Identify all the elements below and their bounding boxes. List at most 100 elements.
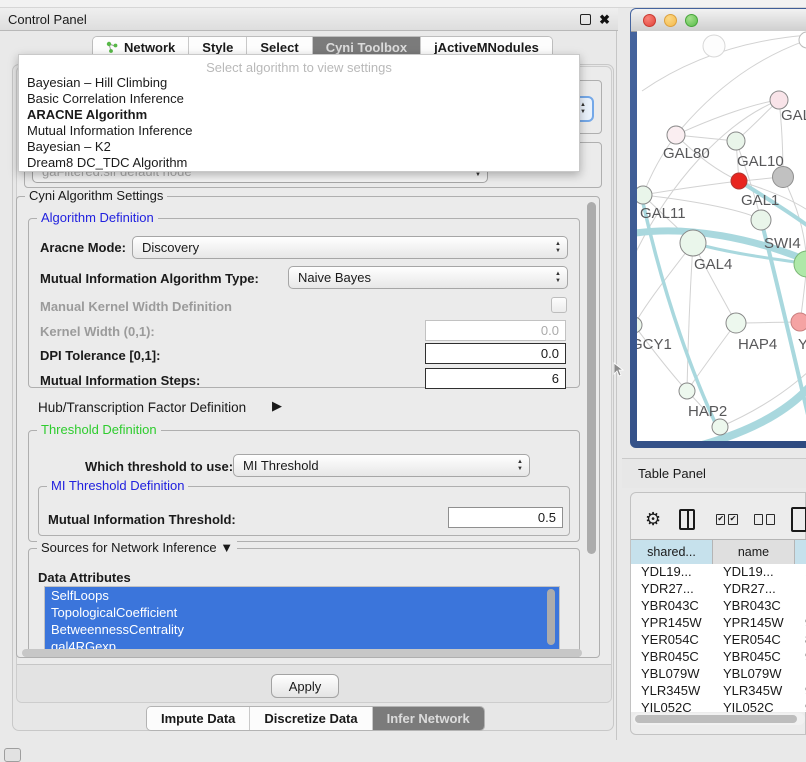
checked-checkbox-icon[interactable]: ✔: [716, 514, 725, 525]
network-window-titlebar[interactable]: [631, 9, 806, 32]
dpi-tolerance-input[interactable]: 0.0: [425, 343, 566, 364]
node-label: SWI4: [764, 235, 801, 252]
table-cell: YBR043C: [713, 598, 795, 615]
settings-horizontal-scrollbar[interactable]: [22, 649, 582, 657]
table-row[interactable]: YDL19...YDL19...13: [631, 564, 806, 581]
network-node[interactable]: [679, 383, 695, 399]
algorithm-option[interactable]: Bayesian – K2: [19, 139, 579, 155]
document-icon[interactable]: [791, 507, 806, 532]
table-column-header[interactable]: shared...: [631, 540, 713, 564]
attribute-item[interactable]: TopologicalCoefficient: [45, 604, 559, 621]
table-cell: YPR145W: [713, 615, 795, 632]
algorithm-dropdown: Select algorithm to view settings Bayesi…: [18, 54, 580, 172]
table-cell: YBR045C: [713, 649, 795, 666]
network-node[interactable]: [703, 35, 725, 57]
table-row[interactable]: YLR345WYLR345W9.: [631, 683, 806, 700]
network-node[interactable]: [712, 419, 728, 435]
mi-threshold-input[interactable]: 0.5: [448, 507, 563, 528]
table-cell: YPR145W: [631, 615, 713, 632]
which-threshold-combo[interactable]: MI Threshold ▲▼: [233, 454, 530, 477]
gear-icon[interactable]: ⚙: [645, 509, 661, 530]
settings-vertical-scrollbar[interactable]: [587, 202, 596, 554]
mi-steps-input[interactable]: 6: [425, 368, 566, 389]
node-label: GAL1: [741, 192, 779, 209]
table-row[interactable]: YPR145WYPR145W9.: [631, 615, 806, 632]
network-node[interactable]: [637, 317, 642, 333]
mi-threshold-title: MI Threshold Definition: [47, 478, 188, 493]
table-cell: YDR27...: [713, 581, 795, 598]
table-column-header[interactable]: [795, 540, 806, 564]
tab-impute-data[interactable]: Impute Data: [147, 707, 250, 730]
table-cell: YIL052C: [631, 700, 713, 712]
table-cell: 9.: [795, 683, 806, 700]
network-node[interactable]: [791, 313, 806, 331]
control-panel-titlebar: Control Panel ✖: [0, 8, 618, 31]
table-cell: YDL19...: [713, 564, 795, 581]
table-cell: YIL052C: [713, 700, 795, 712]
checked-checkbox-icon[interactable]: ✔: [728, 514, 737, 525]
algorithm-option-selected[interactable]: ARACNE Algorithm: [19, 107, 579, 123]
network-window: GALGAL80GAL10GAL1GAL11SWI4GAL4GCY1HAP4YH…: [630, 8, 806, 448]
table-row[interactable]: YIL052CYIL052C9.: [631, 700, 806, 712]
manual-kernel-checkbox[interactable]: [551, 297, 567, 313]
close-window-icon[interactable]: ✖: [599, 15, 610, 24]
network-edge: [693, 243, 736, 323]
network-node[interactable]: [667, 126, 685, 144]
table-row[interactable]: YBL079WYBL079W: [631, 666, 806, 683]
network-node[interactable]: [637, 186, 652, 204]
close-traffic-light-icon[interactable]: [643, 14, 656, 27]
algorithm-option[interactable]: Mutual Information Inference: [19, 123, 579, 139]
threshold-definition-title: Threshold Definition: [37, 422, 161, 437]
collapse-arrow-icon[interactable]: ▼: [220, 540, 233, 555]
data-attributes-list[interactable]: SelfLoops TopologicalCoefficient Between…: [44, 586, 560, 657]
table-panel: ⚙ ✔ ✔ shared...name YDL19...YDL19...13YD…: [630, 492, 806, 735]
attribute-item[interactable]: BetweennessCentrality: [45, 621, 559, 638]
unchecked-checkbox-icon[interactable]: [754, 514, 763, 525]
aracne-mode-combo[interactable]: Discovery ▲▼: [132, 236, 568, 259]
table-row[interactable]: YDR27...YDR27...12: [631, 581, 806, 598]
minimize-traffic-light-icon[interactable]: [664, 14, 677, 27]
columns-icon[interactable]: [679, 509, 695, 530]
table-header: shared...name: [631, 539, 806, 565]
network-node[interactable]: [726, 313, 746, 333]
attribute-item[interactable]: SelfLoops: [45, 587, 559, 604]
algorithm-option[interactable]: Dream8 DC_TDC Algorithm: [19, 155, 579, 171]
kernel-width-input[interactable]: 0.0: [425, 320, 566, 341]
kernel-width-label: Kernel Width (0,1):: [40, 324, 155, 339]
network-canvas[interactable]: GALGAL80GAL10GAL1GAL11SWI4GAL4GCY1HAP4YH…: [637, 31, 806, 441]
network-node[interactable]: [799, 32, 806, 48]
hub-definition-label[interactable]: Hub/Transcription Factor Definition: [38, 400, 246, 415]
algorithm-definition-title: Algorithm Definition: [37, 210, 158, 225]
apply-button[interactable]: Apply: [271, 674, 339, 698]
float-window-icon[interactable]: [580, 14, 591, 25]
unchecked-checkbox-icon[interactable]: [766, 514, 775, 525]
combo-arrows-icon: ▲▼: [580, 102, 586, 116]
table-row[interactable]: YBR045CYBR045C9.: [631, 649, 806, 666]
algorithm-option[interactable]: Bayesian – Hill Climbing: [19, 75, 579, 91]
attributes-list-scrollbar[interactable]: [547, 589, 555, 645]
network-node[interactable]: [680, 230, 706, 256]
network-node[interactable]: [751, 210, 771, 230]
zoom-traffic-light-icon[interactable]: [685, 14, 698, 27]
table-cell: 12: [795, 581, 806, 598]
tab-discretize-data[interactable]: Discretize Data: [250, 707, 372, 730]
algorithm-option[interactable]: Basic Correlation Inference: [19, 91, 579, 107]
expand-arrow-icon[interactable]: ▶: [272, 398, 282, 414]
sources-title: Sources for Network Inference ▼: [37, 540, 237, 555]
table-cell: YBL079W: [713, 666, 795, 683]
which-threshold-label: Which threshold to use:: [85, 459, 233, 474]
table-cell: YLR345W: [713, 683, 795, 700]
mi-type-combo[interactable]: Naive Bayes ▲▼: [288, 266, 568, 289]
network-node[interactable]: [731, 173, 747, 189]
table-column-header[interactable]: name: [713, 540, 795, 564]
table-row[interactable]: YER054CYER054C8.: [631, 632, 806, 649]
table-cell: YDR27...: [631, 581, 713, 598]
tab-infer-network[interactable]: Infer Network: [373, 707, 484, 730]
combo-arrows-icon: ▲▼: [555, 271, 561, 285]
network-edge: [643, 181, 739, 195]
panel-dock-icon[interactable]: [4, 748, 21, 762]
table-row[interactable]: YBR043CYBR043C: [631, 598, 806, 615]
network-node[interactable]: [727, 132, 745, 150]
table-hscroll-thumb[interactable]: [635, 715, 797, 723]
table-horizontal-scrollbar[interactable]: [633, 713, 805, 725]
